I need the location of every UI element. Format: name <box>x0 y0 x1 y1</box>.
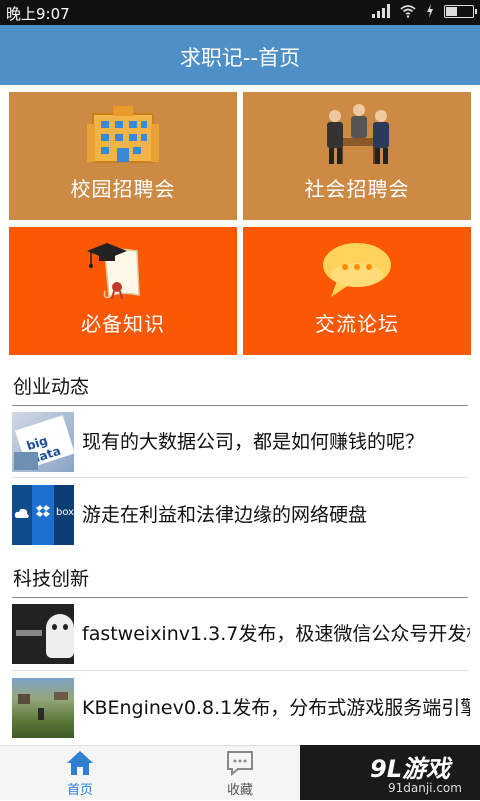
dropbox-icon <box>36 505 50 517</box>
thumbnail-text: box <box>56 507 74 518</box>
home-icon <box>67 751 93 775</box>
item-divider <box>12 477 468 478</box>
tile-essential-knowledge[interactable]: 必备知识 <box>9 227 237 355</box>
news-title: 游走在利益和法律边缘的网络硬盘 <box>82 504 368 526</box>
chat-bubble-icon <box>323 243 391 297</box>
status-time: 晚上9:07 <box>6 5 70 23</box>
section-divider <box>12 405 468 406</box>
section-title-startup-news: 创业动态 <box>13 376 90 398</box>
status-bar: 晚上9:07 <box>0 0 480 25</box>
watermark: 9L游戏 91danji.com <box>300 745 480 800</box>
cloud-icon <box>14 508 29 518</box>
tile-forum[interactable]: 交流论坛 <box>243 227 471 355</box>
tab-label: 收藏 <box>226 783 253 798</box>
section-title-tech-innovation: 科技创新 <box>13 568 90 590</box>
building-icon <box>87 106 159 163</box>
section-divider <box>12 597 468 598</box>
chat-icon <box>227 751 253 776</box>
tile-label: 必备知识 <box>81 312 165 336</box>
tile-social-recruitment[interactable]: 社会招聘会 <box>243 92 471 220</box>
news-item[interactable]: fastweixinv1.3.7发布，极速微信公众号开发框架 <box>12 604 470 664</box>
tile-label: 交流论坛 <box>315 312 399 336</box>
news-thumbnail <box>12 604 74 664</box>
tile-campus-recruitment[interactable]: 校园招聘会 <box>9 92 237 220</box>
tab-label: 首页 <box>66 783 93 798</box>
status-icons <box>372 4 477 18</box>
battery-icon <box>444 4 477 18</box>
news-title: KBEnginev0.8.1发布，分布式游戏服务端引擎 <box>82 697 470 719</box>
app-bar: 求职记--首页 <box>0 25 480 85</box>
tab-home[interactable]: 首页 <box>0 746 160 801</box>
news-title: 现有的大数据公司，都是如何赚钱的呢？ <box>82 431 425 453</box>
news-thumbnail <box>12 678 74 738</box>
news-item[interactable]: KBEnginev0.8.1发布，分布式游戏服务端引擎 <box>12 678 470 738</box>
tile-label: 校园招聘会 <box>70 177 176 201</box>
meeting-people-icon <box>327 104 389 164</box>
news-title: fastweixinv1.3.7发布，极速微信公众号开发框架 <box>82 623 470 645</box>
watermark-logo: 9L游戏 <box>370 755 450 783</box>
page-title: 求职记--首页 <box>179 46 301 70</box>
item-divider <box>12 670 468 671</box>
wifi-icon <box>400 5 416 18</box>
news-thumbnail: big data <box>12 412 74 472</box>
tile-label: 社会招聘会 <box>304 177 410 201</box>
news-thumbnail: box <box>12 485 74 545</box>
signal-icon <box>372 4 390 18</box>
news-item[interactable]: box 游走在利益和法律边缘的网络硬盘 <box>12 485 470 545</box>
watermark-site: 91danji.com <box>388 781 462 795</box>
charging-icon <box>427 4 433 18</box>
news-item[interactable]: big data 现有的大数据公司，都是如何赚钱的呢？ <box>12 412 470 472</box>
tab-favorites[interactable]: 收藏 <box>160 746 320 801</box>
graduation-scroll-icon <box>87 243 140 300</box>
